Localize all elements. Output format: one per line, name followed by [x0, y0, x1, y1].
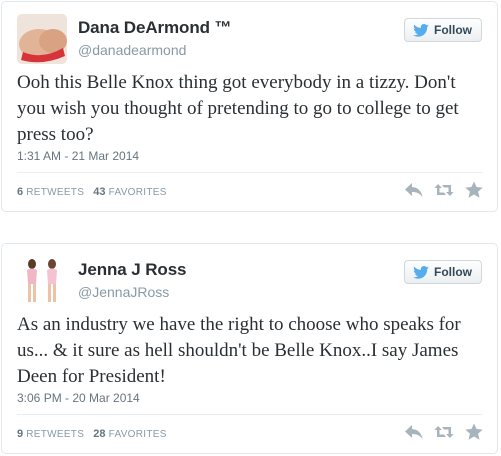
retweet-icon[interactable] [434, 423, 454, 441]
tweet-text: Ooh this Belle Knox thing got everybody … [17, 72, 459, 145]
tweet-card: Dana DeArmond ™ @danadearmond Follow Ooh… [1, 1, 498, 212]
reply-icon[interactable] [404, 181, 424, 199]
tweet-timestamp[interactable]: 1:31 AM - 21 Mar 2014 [17, 149, 139, 163]
retweets-count[interactable]: 9 [17, 428, 23, 440]
retweets-label[interactable]: RETWEETS [26, 187, 84, 198]
tweet-header: Jenna J Ross @JennaJRoss Follow [17, 256, 482, 308]
twitter-bird-icon [413, 23, 429, 37]
tweet-card: Jenna J Ross @JennaJRoss Follow As an in… [1, 243, 498, 454]
favorites-label[interactable]: FAVORITES [109, 429, 167, 440]
user-handle[interactable]: @danadearmond [78, 42, 186, 58]
retweets-count[interactable]: 6 [17, 186, 23, 198]
tweet-actions [404, 181, 484, 199]
avatar[interactable] [17, 14, 67, 64]
follow-button[interactable]: Follow [404, 18, 482, 42]
follow-button[interactable]: Follow [404, 260, 482, 284]
favorites-label[interactable]: FAVORITES [109, 187, 167, 198]
tweet-stats: 9 RETWEETS 28 FAVORITES [17, 428, 167, 440]
divider [17, 172, 482, 173]
tweet-stats: 6 RETWEETS 43 FAVORITES [17, 186, 167, 198]
favorite-star-icon[interactable] [464, 181, 484, 199]
tweet-actions [404, 423, 484, 441]
retweets-label[interactable]: RETWEETS [26, 429, 84, 440]
favorites-count[interactable]: 43 [93, 186, 105, 198]
tweet-text: As an industry we have the right to choo… [17, 314, 461, 387]
twitter-bird-icon [413, 265, 429, 279]
follow-label: Follow [434, 23, 472, 37]
favorites-count[interactable]: 28 [93, 428, 105, 440]
retweet-icon[interactable] [434, 181, 454, 199]
favorite-star-icon[interactable] [464, 423, 484, 441]
divider [17, 414, 482, 415]
user-name[interactable]: Jenna J Ross [78, 260, 187, 280]
user-name[interactable]: Dana DeArmond ™ [78, 18, 232, 38]
tweet-header: Dana DeArmond ™ @danadearmond Follow [17, 14, 482, 66]
follow-label: Follow [434, 265, 472, 279]
user-handle[interactable]: @JennaJRoss [78, 284, 169, 300]
avatar[interactable] [17, 256, 67, 306]
reply-icon[interactable] [404, 423, 424, 441]
tweet-timestamp[interactable]: 3:06 PM - 20 Mar 2014 [17, 391, 140, 405]
